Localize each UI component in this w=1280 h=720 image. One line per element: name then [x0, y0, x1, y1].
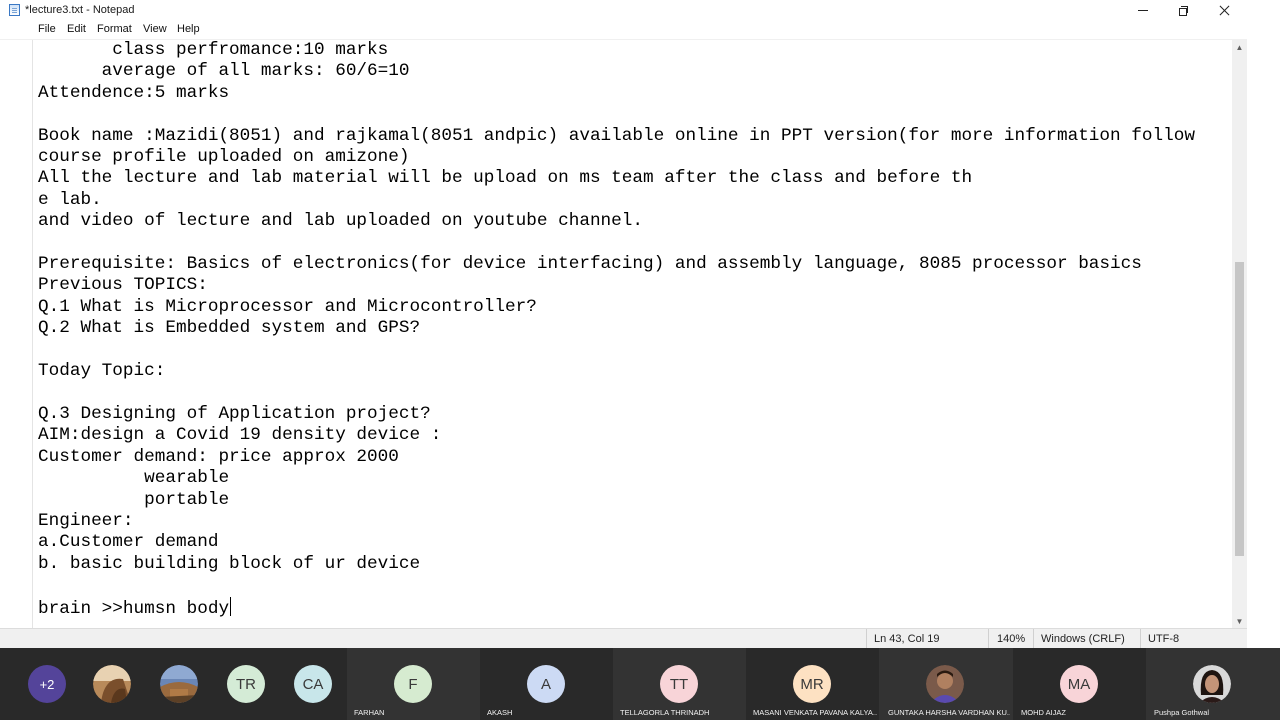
participant-name: TELLAGORLA THRINADH — [620, 708, 710, 717]
window-title: *lecture3.txt - Notepad — [25, 4, 135, 16]
vertical-scrollbar[interactable]: ▲ ▼ — [1232, 40, 1247, 628]
document-text[interactable]: class perfromance:10 marks average of al… — [38, 40, 1195, 620]
line-ending: Windows (CRLF) — [1033, 629, 1140, 648]
participant-avatar-photo — [926, 665, 964, 703]
status-bar: Ln 43, Col 19 140% Windows (CRLF) UTF-8 — [0, 628, 1247, 648]
participant-name: MOHD AIJAZ — [1021, 708, 1067, 717]
more-participants-badge[interactable]: +2 — [28, 665, 66, 703]
participant-name: MASANI VENKATA PAVANA KALYA... — [753, 708, 877, 717]
encoding: UTF-8 — [1140, 629, 1247, 648]
participant-avatar-photo[interactable] — [160, 665, 198, 703]
close-button[interactable] — [1204, 0, 1244, 20]
desktop-background — [1247, 0, 1280, 648]
scrollbar-thumb[interactable] — [1235, 262, 1244, 556]
participant-name: Pushpa Gothwal — [1154, 708, 1210, 717]
participant-avatar-photo[interactable] — [93, 665, 131, 703]
notepad-icon — [9, 4, 20, 16]
menu-view[interactable]: View — [143, 23, 167, 35]
participant-avatar: MR — [793, 665, 831, 703]
avatar-photo-icon — [93, 665, 131, 703]
participant-tile[interactable]: GUNTAKA HARSHA VARDHAN KU... — [879, 648, 1013, 720]
avatar-photo-icon — [1193, 665, 1231, 703]
menu-bar: File Edit Format View Help — [0, 20, 1247, 40]
participant-avatar: TT — [660, 665, 698, 703]
scroll-up-icon[interactable]: ▲ — [1232, 40, 1247, 54]
restore-button[interactable] — [1163, 0, 1203, 20]
participant-avatar: MA — [1060, 665, 1098, 703]
participant-avatar: A — [527, 665, 565, 703]
participant-name: AKASH — [487, 708, 513, 717]
participant-tile[interactable]: MR MASANI VENKATA PAVANA KALYA... — [746, 648, 879, 720]
participant-tile[interactable]: TT TELLAGORLA THRINADH — [613, 648, 746, 720]
participant-avatar-photo — [1193, 665, 1231, 703]
menu-file[interactable]: File — [38, 23, 56, 35]
close-icon — [1219, 5, 1230, 16]
zoom-level: 140% — [988, 629, 1033, 648]
participant-name: FARHAN — [354, 708, 385, 717]
participant-tile[interactable]: F FARHAN — [347, 648, 480, 720]
minimize-button[interactable] — [1123, 0, 1163, 20]
scroll-down-icon[interactable]: ▼ — [1232, 614, 1247, 628]
participants-strip: +2 TR CA F FARHAN A AKASH TT TELLAGORLA … — [0, 648, 1280, 720]
text-editor-area[interactable]: class perfromance:10 marks average of al… — [32, 40, 1233, 628]
restore-icon — [1178, 5, 1188, 16]
participant-avatar[interactable]: CA — [294, 665, 332, 703]
menu-help[interactable]: Help — [177, 23, 200, 35]
document-content: class perfromance:10 marks average of al… — [38, 40, 1195, 619]
avatar-photo-icon — [160, 665, 198, 703]
avatar-photo-icon — [926, 665, 964, 703]
minimize-icon — [1138, 9, 1148, 11]
participant-avatar[interactable]: TR — [227, 665, 265, 703]
participant-tile[interactable]: MA MOHD AIJAZ — [1013, 648, 1146, 720]
text-caret — [230, 596, 232, 616]
participant-avatar: F — [394, 665, 432, 703]
menu-format[interactable]: Format — [97, 23, 132, 35]
participant-tile[interactable]: Pushpa Gothwal — [1146, 648, 1280, 720]
notepad-window: *lecture3.txt - Notepad File Edit Format… — [0, 0, 1247, 648]
title-bar[interactable]: *lecture3.txt - Notepad — [0, 0, 1247, 20]
participant-name: GUNTAKA HARSHA VARDHAN KU... — [888, 708, 1010, 717]
participant-tile[interactable]: A AKASH — [480, 648, 613, 720]
menu-edit[interactable]: Edit — [67, 23, 86, 35]
cursor-position: Ln 43, Col 19 — [866, 629, 988, 648]
